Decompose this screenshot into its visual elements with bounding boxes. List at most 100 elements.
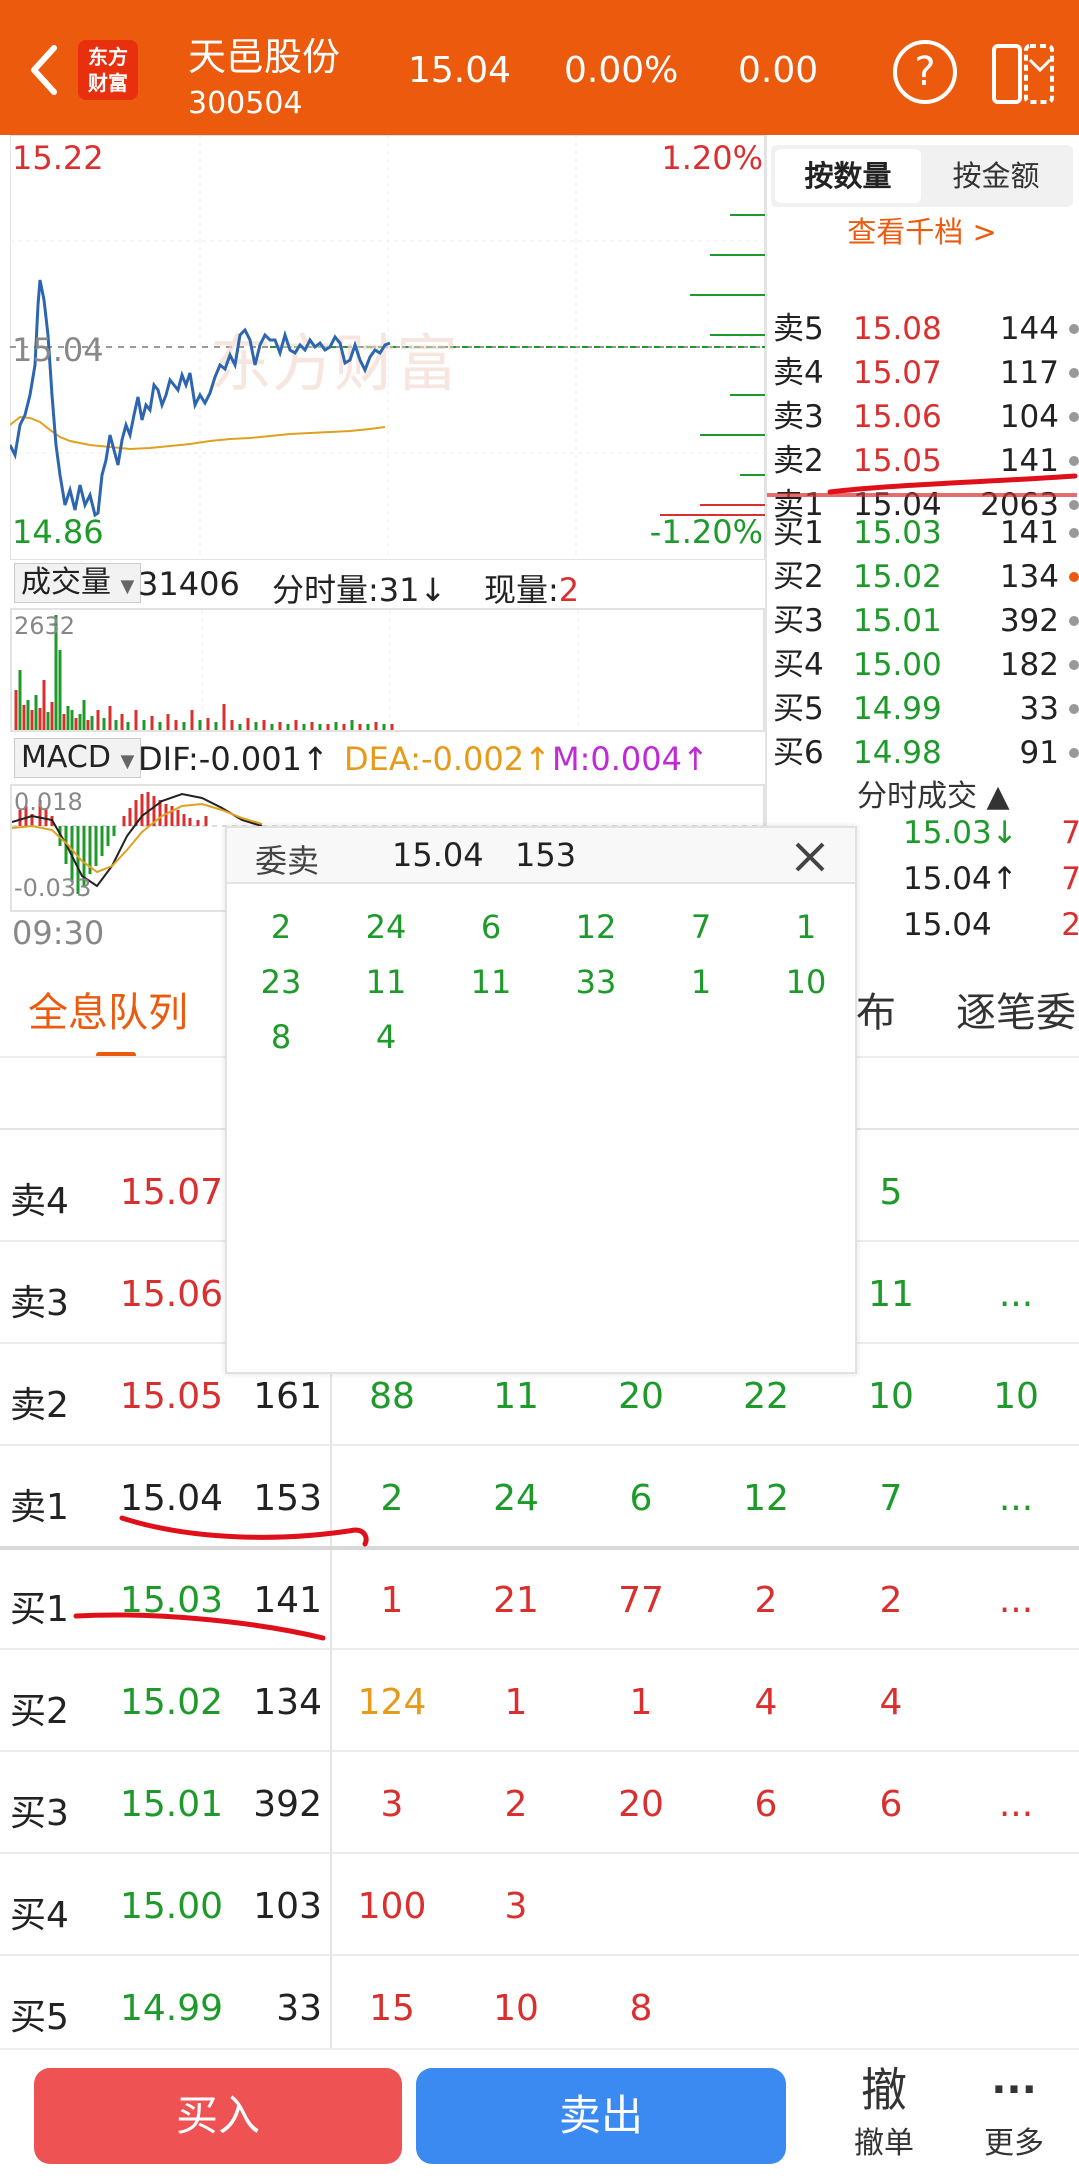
queue-order-cell[interactable]: 10 [836,1376,946,1417]
queue-order-cell[interactable]: 10 [461,1988,571,2029]
buy-button[interactable]: 买入 [34,2068,402,2164]
bid-row[interactable]: 买1 15.03 141 [773,511,1079,555]
volume-bars-svg [14,610,579,730]
order-queue-popup: 委卖 15.04 153 2 24 6 12 7 1 23 11 11 33 1 10 8 4 [225,826,857,1374]
queue-row[interactable]: 买4 15.00 103 100 3 [0,1854,1079,1956]
annotation-underline [827,473,1078,495]
queue-order-cell[interactable]: 88 [337,1376,447,1417]
bid-price: 15.02 [853,559,942,595]
queue-order-cell[interactable]: 12 [711,1478,821,1519]
queue-order-cell[interactable]: 6 [586,1478,696,1519]
queue-order-cell[interactable]: 2 [461,1784,571,1825]
close-icon[interactable] [793,840,827,874]
stock-code: 300504 [188,86,303,121]
ask-row[interactable]: 卖3 15.06 104 [773,395,1079,439]
macd-dea: DEA:-0.002↑ [344,740,551,778]
price-low-label: 14.86 [12,513,104,551]
bid-row[interactable]: 买5 14.99 33 [773,687,1079,731]
queue-order-cell[interactable]: 1 [461,1682,571,1723]
queue-order-cell[interactable]: 21 [461,1580,571,1621]
minute-volume: 分时量:31↓ [272,565,446,611]
more-button[interactable]: ··· 更多 [966,2062,1062,2162]
minute-volume-value: 31 [378,571,420,609]
popup-order-cell: 12 [575,908,617,946]
queue-order-cell[interactable]: 100 [337,1886,447,1927]
macd-dif: DIF:-0.001↑ [138,740,329,778]
queue-order-cell[interactable]: 2 [836,1580,946,1621]
stock-name: 天邑股份 [188,35,341,79]
tab-by-quantity[interactable]: 按数量 [775,149,921,203]
bid-label: 买6 [773,735,824,771]
macd-bottom-label: -0.033 [14,874,92,902]
sell-button[interactable]: 卖出 [416,2068,786,2164]
bid-price: 14.99 [853,691,942,727]
landscape-switch-icon[interactable] [990,40,1056,108]
queue-order-cell[interactable]: 4 [836,1682,946,1723]
queue-order-cell[interactable]: 10 [961,1376,1071,1417]
trades-title[interactable]: 分时成交 ▲ [857,771,1010,815]
queue-order-cell[interactable]: 77 [586,1580,696,1621]
queue-order-cell[interactable]: 22 [711,1376,821,1417]
queue-order-cell[interactable]: 3 [461,1886,571,1927]
queue-order-cell[interactable]: 20 [586,1376,696,1417]
queue-price: 15.06 [120,1274,224,1315]
pct-low-label: -1.20% [649,513,763,551]
queue-volume: 392 [253,1784,322,1825]
order-book: 按数量 按金额 查看千档 > 卖5 15.08 144 卖4 15.07 117 卖3 15.… [765,135,1079,945]
ask-row[interactable]: 卖5 15.08 144 [773,307,1079,351]
queue-order-cell[interactable]: ... [961,1478,1071,1519]
popup-order-cell: 11 [470,963,512,1001]
queue-order-cell[interactable]: 24 [461,1478,571,1519]
queue-row[interactable]: 买5 14.99 33 15 10 8 [0,1956,1079,2058]
volume-chart[interactable]: 2632 [10,608,765,732]
queue-order-cell[interactable]: ... [961,1784,1071,1825]
more-label: 更多 [984,2126,1044,2161]
bid-row[interactable]: 买2 15.02 134 [773,555,1079,599]
queue-order-cell[interactable]: 1 [586,1682,696,1723]
queue-row[interactable]: 买2 15.02 134 124 1 1 4 4 [0,1650,1079,1752]
queue-order-cell[interactable]: 15 [337,1988,447,2029]
queue-order-cell[interactable]: ... [961,1580,1071,1621]
help-icon[interactable]: ? [893,40,957,104]
queue-order-cell[interactable]: 7 [836,1478,946,1519]
bid-row[interactable]: 买3 15.01 392 [773,599,1079,643]
bid-row[interactable]: 买6 14.98 91 [773,731,1079,775]
queue-order-cell[interactable]: 2 [711,1580,821,1621]
queue-order-cell[interactable]: 20 [586,1784,696,1825]
queue-row[interactable]: 买3 15.01 392 3 2 20 6 6... [0,1752,1079,1854]
back-arrow-icon[interactable] [22,40,72,100]
status-dot [1069,412,1079,422]
queue-order-cell[interactable]: 6 [836,1784,946,1825]
up-arrow-icon: ↑ [524,740,551,778]
queue-order-cell[interactable]: 3 [337,1784,447,1825]
popup-order-cell: 33 [575,963,617,1001]
tab-by-amount[interactable]: 按金额 [923,149,1069,203]
tab-full-queue[interactable]: 全息队列 [28,980,188,1038]
tab-distribution[interactable]: 布 [856,980,896,1038]
header-bar: 东方财富 天邑股份 300504 15.04 0.00% 0.00 ? [0,0,1079,135]
queue-price: 15.00 [120,1886,224,1927]
popup-header: 委卖 15.04 153 [227,828,855,884]
intraday-chart[interactable]: 东方财富 15.22 15.04 14.86 1.20% -1.20% [8,134,766,561]
macd-selector-label: MACD [21,740,111,775]
queue-order-cell[interactable]: 124 [337,1682,447,1723]
queue-order-cell[interactable]: ... [961,1274,1071,1315]
ask-row[interactable]: 卖4 15.07 117 [773,351,1079,395]
view-thousand-levels-link[interactable]: 查看千档 > [767,207,1077,257]
cancel-order-button[interactable]: 撤 撤单 [836,2062,932,2162]
volume-selector[interactable]: 成交量 ▼ [14,563,142,603]
queue-order-cell[interactable]: 8 [586,1988,696,2029]
queue-level-label: 买2 [10,1691,69,1732]
queue-order-cell[interactable]: 1 [337,1580,447,1621]
queue-order-cell[interactable]: 4 [711,1682,821,1723]
tab-tick-orders[interactable]: 逐笔委 [956,980,1079,1038]
macd-selector[interactable]: MACD ▼ [14,738,142,778]
bid-row[interactable]: 买4 15.00 182 [773,643,1079,687]
popup-order-cell: 6 [480,908,502,946]
header-change: 0.00 [738,50,819,91]
queue-order-cell[interactable]: 6 [711,1784,821,1825]
trade-price: 15.04 [903,907,992,943]
book-tabs: 按数量 按金额 [771,145,1073,207]
queue-order-cell[interactable]: 11 [461,1376,571,1417]
popup-order-cell: 11 [365,963,407,1001]
